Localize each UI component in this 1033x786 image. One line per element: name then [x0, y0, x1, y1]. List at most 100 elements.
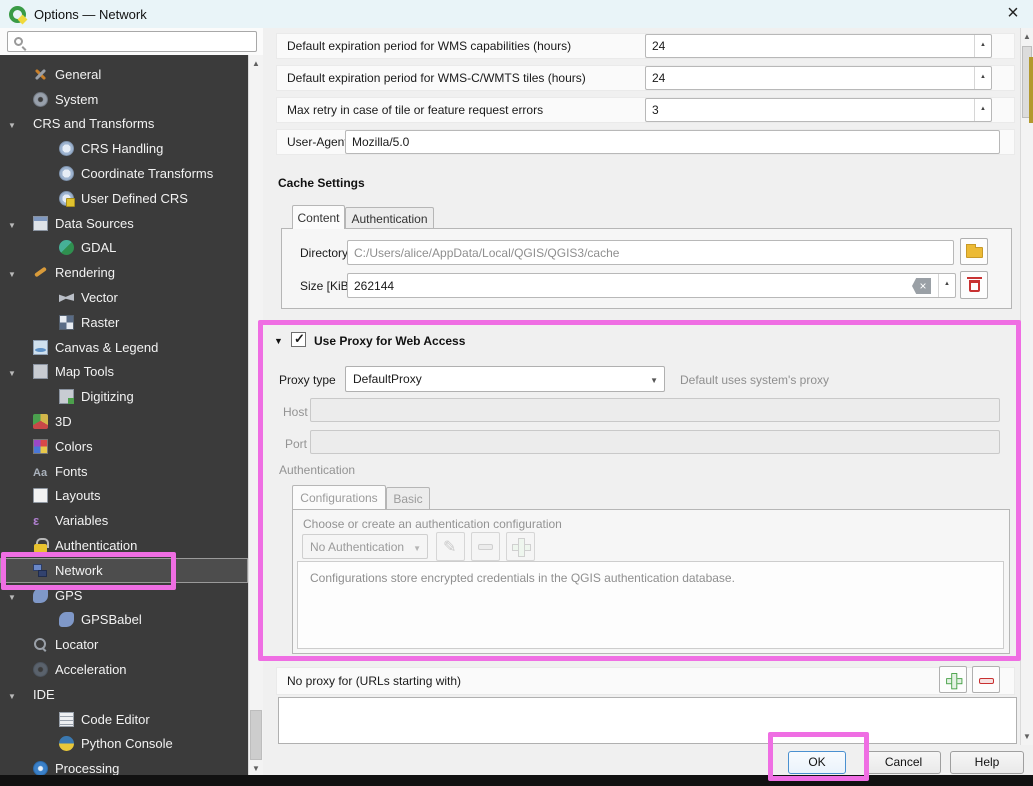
host-input[interactable]	[310, 398, 1000, 422]
sidebar-item-system[interactable]: System	[0, 87, 248, 112]
processing-icon	[33, 761, 48, 775]
scroll-up-icon[interactable]	[1021, 28, 1033, 43]
clear-cache-button[interactable]	[960, 271, 988, 299]
system-icon	[33, 92, 48, 107]
ok-button[interactable]: OK	[788, 751, 846, 774]
add-auth-button[interactable]	[506, 532, 535, 561]
sidebar-scrollbar-thumb[interactable]	[250, 710, 262, 760]
spin-buttons[interactable]	[938, 274, 955, 297]
main-scrollbar[interactable]	[1020, 28, 1033, 745]
tab-content[interactable]: Content	[292, 205, 345, 229]
locator-icon	[33, 637, 48, 652]
browse-folder-button[interactable]	[960, 238, 988, 265]
trash-icon	[969, 280, 980, 292]
expand-arrow-icon[interactable]	[8, 265, 33, 280]
window-title: Options — Network	[34, 7, 147, 22]
expand-arrow-icon[interactable]	[8, 588, 33, 603]
sidebar-item-label: Code Editor	[81, 712, 150, 727]
sidebar: GeneralSystemCRS and Transforms CRS Handl…	[0, 55, 248, 775]
spin-buttons[interactable]	[974, 99, 991, 121]
use-proxy-checkbox[interactable]	[291, 332, 306, 347]
sidebar-item-colors[interactable]: Colors	[0, 434, 248, 459]
sidebar-item-gdal[interactable]: GDAL	[0, 236, 248, 261]
spin-buttons[interactable]	[974, 35, 991, 57]
auth-config-dropdown[interactable]: No Authentication	[302, 534, 428, 559]
tab-authentication[interactable]: Authentication	[345, 207, 434, 229]
sidebar-item-data-sources[interactable]: Data Sources	[0, 211, 248, 236]
remove-auth-button[interactable]	[471, 532, 500, 561]
sidebar-item-layouts[interactable]: Layouts	[0, 484, 248, 509]
gpsbabel-icon	[59, 612, 74, 627]
spinbox-value: 24	[652, 39, 665, 53]
sidebar-item-label: Vector	[81, 290, 118, 305]
wmts-tiles-spinbox[interactable]: 24	[645, 66, 992, 90]
sidebar-item-map-tools[interactable]: Map Tools	[0, 360, 248, 385]
remove-url-button[interactable]	[972, 666, 1000, 693]
expand-arrow-icon[interactable]	[8, 364, 33, 379]
sidebar-item-label: CRS Handling	[81, 141, 163, 156]
sidebar-item-label: Data Sources	[55, 216, 134, 231]
sidebar-item-raster[interactable]: Raster	[0, 310, 248, 335]
scroll-down-icon[interactable]	[1021, 728, 1033, 743]
tab-basic[interactable]: Basic	[386, 487, 430, 509]
sidebar-item-authentication[interactable]: Authentication	[0, 533, 248, 558]
expand-arrow-icon[interactable]	[8, 687, 33, 702]
choose-auth-label: Choose or create an authentication confi…	[303, 517, 562, 531]
wms-capabilities-spinbox[interactable]: 24	[645, 34, 992, 58]
clear-icon[interactable]	[912, 278, 931, 294]
sidebar-item-3d[interactable]: 3D	[0, 409, 248, 434]
sidebar-item-variables[interactable]: Variables	[0, 508, 248, 533]
sidebar-item-label: Network	[55, 563, 103, 578]
sidebar-item-digitizing[interactable]: Digitizing	[0, 384, 248, 409]
tab-configurations[interactable]: Configurations	[292, 485, 386, 509]
sidebar-item-user-defined-crs[interactable]: User Defined CRS	[0, 186, 248, 211]
sidebar-item-general[interactable]: General	[0, 62, 248, 87]
sidebar-item-coordinate-transforms[interactable]: Coordinate Transforms	[0, 161, 248, 186]
scroll-down-icon[interactable]	[249, 760, 263, 775]
sidebar-item-crs-handling[interactable]: CRS Handling	[0, 136, 248, 161]
expand-arrow-icon[interactable]	[8, 116, 33, 131]
cancel-button[interactable]: Cancel	[866, 751, 941, 774]
sidebar-item-processing[interactable]: Processing	[0, 756, 248, 775]
cache-size-spinbox[interactable]: 262144	[347, 273, 956, 298]
screen-edge	[0, 775, 1033, 786]
cache-size-value: 262144	[354, 279, 394, 293]
port-input[interactable]	[310, 430, 1000, 454]
sidebar-item-python-console[interactable]: Python Console	[0, 732, 248, 757]
sidebar-item-code-editor[interactable]: Code Editor	[0, 707, 248, 732]
chevron-down-icon	[413, 540, 421, 554]
add-url-button[interactable]	[939, 666, 967, 693]
max-retry-spinbox[interactable]: 3	[645, 98, 992, 122]
sidebar-item-gpsbabel[interactable]: GPSBabel	[0, 608, 248, 633]
sidebar-item-network[interactable]: Network	[0, 558, 248, 583]
close-icon[interactable]	[999, 0, 1027, 28]
sidebar-scrollbar[interactable]	[248, 55, 263, 775]
rendering-icon	[33, 265, 48, 280]
search-input[interactable]	[7, 31, 257, 52]
sidebar-item-crs-and-transforms[interactable]: CRS and Transforms	[0, 112, 248, 137]
collapse-triangle-icon[interactable]	[274, 333, 283, 347]
sidebar-item-label: Coordinate Transforms	[81, 166, 213, 181]
gps-icon	[33, 588, 48, 603]
sidebar-item-canvas-legend[interactable]: Canvas & Legend	[0, 335, 248, 360]
sidebar-item-acceleration[interactable]: Acceleration	[0, 657, 248, 682]
sidebar-item-locator[interactable]: Locator	[0, 632, 248, 657]
gdal-icon	[59, 240, 74, 255]
sidebar-item-rendering[interactable]: Rendering	[0, 260, 248, 285]
user-agent-input[interactable]: Mozilla/5.0	[345, 130, 1000, 154]
sidebar-item-ide[interactable]: IDE	[0, 682, 248, 707]
expand-arrow-icon[interactable]	[8, 216, 33, 231]
spin-buttons[interactable]	[974, 67, 991, 89]
help-button[interactable]: Help	[950, 751, 1024, 774]
sidebar-item-vector[interactable]: Vector	[0, 285, 248, 310]
titlebar: Options — Network	[0, 0, 1033, 28]
proxy-type-dropdown[interactable]: DefaultProxy	[345, 366, 665, 392]
sidebar-item-gps[interactable]: GPS	[0, 583, 248, 608]
edit-auth-button[interactable]	[436, 532, 465, 561]
sidebar-item-label: Fonts	[55, 464, 88, 479]
cache-directory-input[interactable]: C:/Users/alice/AppData/Local/QGIS/QGIS3/…	[347, 240, 954, 265]
scroll-up-icon[interactable]	[249, 55, 263, 70]
sidebar-item-label: Locator	[55, 637, 98, 652]
no-proxy-urls-list[interactable]	[278, 697, 1017, 744]
sidebar-item-fonts[interactable]: Fonts	[0, 459, 248, 484]
